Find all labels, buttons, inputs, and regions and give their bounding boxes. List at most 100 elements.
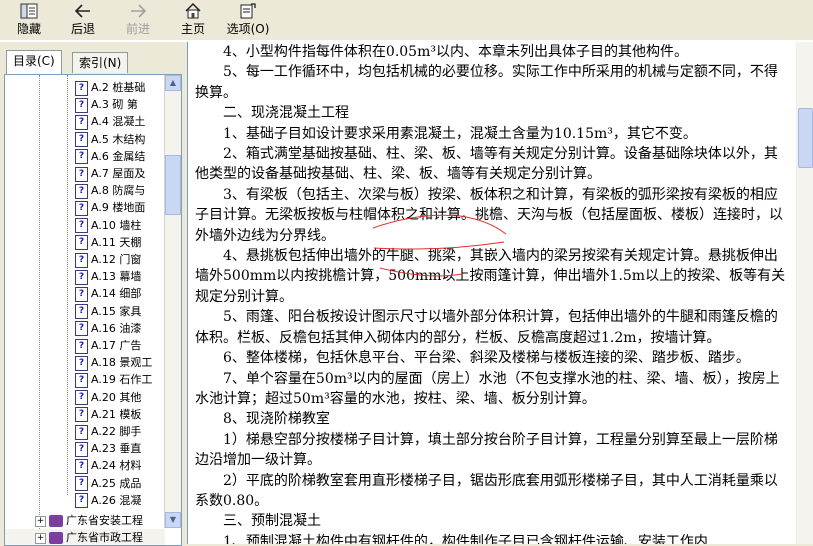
- tree-book-label: 广东省安装工程: [66, 514, 143, 527]
- book-icon: [49, 532, 63, 544]
- tree-item[interactable]: ? A.16 油漆: [75, 320, 141, 337]
- help-topic-icon: ?: [75, 166, 88, 182]
- tree-item-label: A.24 材料: [91, 459, 142, 473]
- back-arrow-icon: [66, 2, 100, 22]
- forward-button[interactable]: 前进: [121, 2, 155, 38]
- tree-item[interactable]: ? A.17 广告: [75, 337, 141, 354]
- tree-item-label: A.12 门窗: [91, 253, 142, 266]
- help-topic-icon: ?: [75, 407, 88, 423]
- tree-vertical-scrollbar[interactable]: ▲ ▼: [164, 75, 181, 528]
- tree-item[interactable]: ? A.9 楼地面: [75, 199, 145, 216]
- content-pane: 4、小型构件指每件体积在0.05m³以内、本章未列出具体子目的其他构件。 5、每一…: [187, 42, 813, 544]
- tree-item[interactable]: ? A.3 砌 第: [75, 96, 138, 113]
- help-topic-icon: ?: [75, 218, 88, 234]
- help-topic-icon: ?: [75, 321, 88, 337]
- home-label: 主页: [180, 22, 205, 36]
- scroll-up-icon[interactable]: ▲: [165, 75, 181, 91]
- tree-item-label: A.19 石作工: [91, 373, 153, 387]
- tree-item[interactable]: ? A.18 景观工: [75, 354, 152, 371]
- tree-item-label: A.2 桩基础: [91, 81, 146, 94]
- expand-icon[interactable]: +: [35, 515, 46, 527]
- tree-book-label: 广东省市政工程: [66, 531, 143, 544]
- tree-item-label: A.9 楼地面: [91, 201, 146, 215]
- help-topic-icon: ?: [75, 132, 88, 148]
- tree-item[interactable]: ? A.14 细部: [75, 285, 141, 302]
- help-topic-icon: ?: [75, 441, 88, 457]
- home-icon: [176, 2, 210, 22]
- scroll-thumb[interactable]: [798, 108, 813, 168]
- help-topic-icon: ?: [75, 252, 88, 268]
- help-topic-icon: ?: [75, 114, 88, 130]
- tree-item[interactable]: ? A.23 垂直: [75, 440, 141, 457]
- help-topic-icon: ?: [75, 338, 88, 354]
- tree-item[interactable]: ? A.12 门窗: [75, 251, 141, 268]
- tree-item-label: A.16 油漆: [91, 321, 142, 335]
- options-button[interactable]: 选项(O): [224, 2, 272, 38]
- annotation-stroke: [373, 241, 505, 250]
- tree-item-label: A.4 混凝土: [91, 115, 146, 129]
- help-topic-icon: ?: [75, 286, 88, 302]
- tree-item[interactable]: ? A.4 混凝土: [75, 113, 145, 130]
- tab-contents[interactable]: 目录(C): [6, 50, 62, 74]
- tree-item-label: A.21 模板: [91, 407, 142, 421]
- tree-item-label: A.18 景观工: [91, 356, 153, 370]
- help-topic-icon: ?: [75, 476, 88, 492]
- options-icon: [224, 2, 272, 22]
- tree-book[interactable]: + 广东省市政工程: [35, 529, 143, 545]
- tab-index[interactable]: 索引(N): [72, 52, 129, 73]
- help-topic-icon: ?: [75, 372, 88, 388]
- tree-item-label: A.3 砌 第: [91, 98, 138, 112]
- scroll-thumb[interactable]: [165, 155, 181, 215]
- tree-item[interactable]: ? A.21 模板: [75, 406, 141, 423]
- contents-tree: ▲ ▼ ? A.2 桩基础? A.3 砌 第? A.4 混凝土? A.5 木结构? A.6…: [4, 74, 182, 546]
- hide-label: 隐藏: [16, 22, 41, 36]
- tree-item[interactable]: ? A.10 墙柱: [75, 217, 141, 234]
- tree-item[interactable]: ? A.7 屋面及: [75, 165, 145, 182]
- tree-item[interactable]: ? A.6 金属结: [75, 148, 145, 165]
- tree-item-label: A.23 垂直: [91, 442, 142, 456]
- help-topic-icon: ?: [75, 304, 88, 320]
- tree-item-label: A.8 防腐与: [91, 184, 146, 198]
- expand-icon[interactable]: +: [35, 532, 46, 544]
- tree-item[interactable]: ? A.26 混凝: [75, 492, 141, 509]
- tree-item[interactable]: ? A.5 木结构: [75, 131, 145, 148]
- tree-item[interactable]: ? A.25 成品: [75, 475, 141, 492]
- help-topic-icon: ?: [75, 97, 88, 113]
- home-button[interactable]: 主页: [176, 2, 210, 38]
- tree-item[interactable]: ? A.19 石作工: [75, 371, 152, 388]
- tree-item[interactable]: ? A.11 天棚: [75, 234, 141, 251]
- help-topic-icon: ?: [75, 235, 88, 251]
- tree-item[interactable]: ? A.2 桩基础: [75, 79, 145, 96]
- help-topic-icon: ?: [75, 493, 88, 509]
- back-button[interactable]: 后退: [66, 2, 100, 38]
- hide-button[interactable]: 隐藏: [12, 2, 46, 38]
- tree-item[interactable]: ? A.8 防腐与: [75, 182, 145, 199]
- tree-item[interactable]: ? A.15 家具: [75, 303, 141, 320]
- help-topic-icon: ?: [75, 183, 88, 199]
- tree-item[interactable]: ? A.20 其他: [75, 389, 141, 406]
- nav-tabs: 目录(C) 索引(N): [4, 50, 182, 74]
- tree-item-label: A.5 木结构: [91, 132, 146, 146]
- tree-connector-line: [67, 75, 68, 495]
- tree-item-label: A.15 家具: [91, 304, 142, 318]
- red-annotation-marks: [372, 214, 507, 277]
- book-icon: [49, 515, 63, 527]
- scroll-down-icon[interactable]: ▼: [165, 512, 181, 528]
- tree-item-label: A.26 混凝: [91, 493, 142, 507]
- options-label: 选项(O): [226, 22, 270, 36]
- tree-connector-line: [39, 75, 40, 535]
- tree-book[interactable]: + 广东省安装工程: [35, 512, 143, 529]
- tree-item[interactable]: ? A.22 脚手: [75, 423, 141, 440]
- content-vertical-scrollbar[interactable]: [796, 42, 813, 544]
- tree-item-label: A.10 墙柱: [91, 218, 142, 232]
- annotation-stroke: [372, 214, 507, 235]
- help-topic-icon: ?: [75, 200, 88, 216]
- tree-item[interactable]: ? A.13 幕墙: [75, 268, 141, 285]
- tree-item[interactable]: ? A.24 材料: [75, 457, 141, 474]
- help-topic-icon: ?: [75, 269, 88, 285]
- toolbar: 隐藏 后退 前进 主页 选项(O): [0, 0, 813, 41]
- tree-item-label: A.6 金属结: [91, 149, 146, 163]
- tree-item-label: A.25 成品: [91, 476, 142, 490]
- annotation-stroke: [379, 267, 463, 277]
- tree-item-label: A.22 脚手: [91, 425, 142, 438]
